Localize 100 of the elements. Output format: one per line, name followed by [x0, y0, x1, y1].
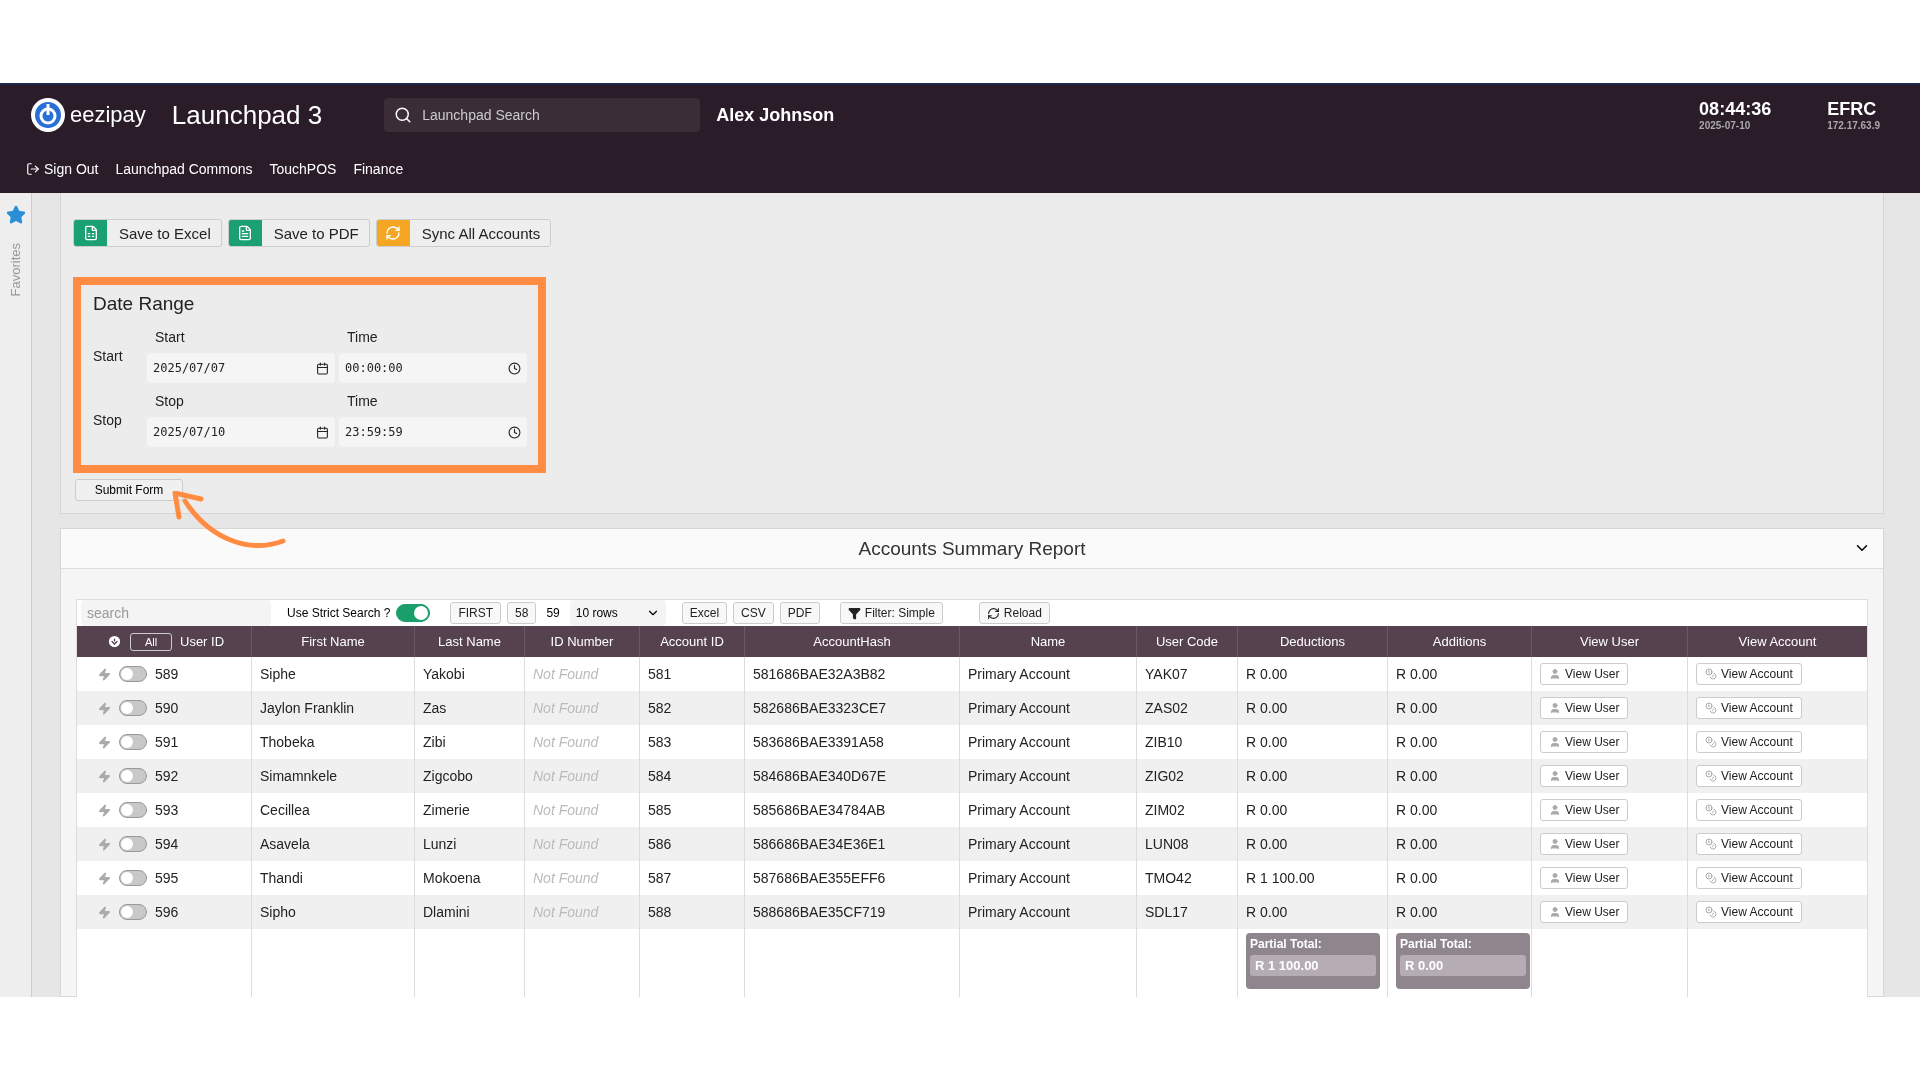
date-field[interactable]: 2025/07/07: [147, 353, 335, 383]
row-toggle[interactable]: [119, 904, 147, 920]
user-icon: [1549, 804, 1561, 816]
view-account-button[interactable]: View Account: [1696, 697, 1802, 719]
row-toggle[interactable]: [119, 802, 147, 818]
view-account-button[interactable]: View Account: [1696, 867, 1802, 889]
toolbar-button[interactable]: Save to PDF: [227, 219, 370, 247]
user-icon: [1549, 906, 1561, 918]
row-toggle[interactable]: [119, 870, 147, 886]
user-icon: [1549, 736, 1561, 748]
lightning-icon: [98, 667, 111, 681]
strict-search-toggle[interactable]: [396, 604, 431, 622]
coins-icon: [1705, 702, 1717, 714]
row-toggle[interactable]: [119, 768, 147, 784]
rows-per-page-select[interactable]: 10 rows: [569, 600, 666, 626]
view-user-button[interactable]: View User: [1540, 731, 1629, 753]
view-account-button[interactable]: View Account: [1696, 663, 1802, 685]
toolbar-button[interactable]: Sync All Accounts: [375, 219, 552, 247]
row-toggle[interactable]: [119, 836, 147, 852]
ip-address: 172.17.63.9: [1827, 120, 1880, 131]
coins-icon: [1705, 770, 1717, 782]
column-header-label: User ID: [180, 634, 225, 649]
row-label: Start: [93, 348, 124, 364]
calendar-icon[interactable]: [316, 361, 329, 375]
lightning-icon: [98, 905, 111, 919]
export-button[interactable]: CSV: [733, 602, 774, 624]
sort-icon[interactable]: [107, 634, 122, 649]
table-cell: Dlamini: [414, 895, 524, 929]
table-cell: Lunzi: [414, 827, 524, 861]
coins-icon: [1705, 838, 1717, 850]
view-account-button[interactable]: View Account: [1696, 833, 1802, 855]
partial-total-value: R 1 100.00: [1250, 955, 1376, 976]
view-user-button[interactable]: View User: [1540, 663, 1629, 685]
view-user-button[interactable]: View User: [1540, 697, 1629, 719]
report-title: Accounts Summary Report: [858, 537, 1086, 560]
nav-link[interactable]: Finance: [353, 161, 404, 177]
export-button[interactable]: Excel: [681, 602, 728, 624]
table-cell: 588686BAE35CF719: [744, 895, 959, 929]
table-cell: R 0.00: [1237, 759, 1387, 793]
logo-text: eezipay: [70, 102, 146, 128]
field-label: Time: [346, 329, 379, 347]
table-cell: R 0.00: [1237, 691, 1387, 725]
view-user-button[interactable]: View User: [1540, 765, 1629, 787]
user-id: 589: [155, 666, 179, 682]
submit-form-button[interactable]: Submit Form: [75, 479, 183, 501]
table-cell: Primary Account: [959, 895, 1136, 929]
row-toggle[interactable]: [119, 700, 147, 716]
table-cell: 584: [639, 759, 744, 793]
table-cell: Sipho: [251, 895, 414, 929]
view-account-button[interactable]: View Account: [1696, 799, 1802, 821]
row-label: Stop: [93, 412, 123, 428]
reload-button[interactable]: Reload: [978, 602, 1050, 624]
view-account-button[interactable]: View Account: [1696, 731, 1802, 753]
user-icon: [1549, 668, 1561, 680]
table-cell: R 0.00: [1237, 827, 1387, 861]
column-header: Additions: [1387, 626, 1531, 657]
export-button[interactable]: PDF: [779, 602, 820, 624]
table-cell: LUN08: [1136, 827, 1237, 861]
partial-total-label: Partial Total:: [1400, 937, 1473, 951]
view-user-button[interactable]: View User: [1540, 901, 1629, 923]
user-icon: [1549, 838, 1561, 850]
row-toggle[interactable]: [119, 734, 147, 750]
user-id: 590: [155, 700, 179, 716]
table-search-field[interactable]: search: [81, 600, 271, 626]
select-all-button[interactable]: All: [130, 632, 172, 651]
first-page-button[interactable]: FIRST: [450, 602, 502, 624]
view-user-button[interactable]: View User: [1540, 867, 1629, 889]
app-title: Launchpad 3: [171, 99, 323, 131]
date-field[interactable]: 2025/07/10: [147, 417, 335, 447]
clock-icon[interactable]: [508, 361, 521, 375]
view-user-button[interactable]: View User: [1540, 833, 1629, 855]
calendar-icon[interactable]: [316, 425, 329, 439]
current-page[interactable]: 59: [542, 606, 564, 620]
field-label: Stop: [154, 393, 185, 411]
sign-out-link[interactable]: Sign Out: [26, 161, 99, 177]
report-header[interactable]: Accounts Summary Report: [61, 529, 1883, 569]
row-toggle[interactable]: [119, 666, 147, 682]
table-cell: 582: [639, 691, 744, 725]
table-cell: SDL17: [1136, 895, 1237, 929]
view-account-button[interactable]: View Account: [1696, 765, 1802, 787]
reload-icon: [986, 606, 1000, 620]
view-user-button[interactable]: View User: [1540, 799, 1629, 821]
column-header: ID Number: [524, 626, 639, 657]
page-button[interactable]: 58: [507, 602, 537, 624]
partial-total-label: Partial Total:: [1250, 937, 1323, 951]
filter-button[interactable]: Filter: Simple: [839, 602, 943, 624]
time-field[interactable]: 23:59:59: [339, 417, 527, 447]
time-field[interactable]: 00:00:00: [339, 353, 527, 383]
power-logo-icon: [30, 97, 66, 133]
view-account-button[interactable]: View Account: [1696, 901, 1802, 923]
clock-icon[interactable]: [508, 425, 521, 439]
column-header: View Account: [1687, 626, 1867, 657]
star-icon[interactable]: [5, 205, 26, 225]
nav-link[interactable]: TouchPOS: [269, 161, 337, 177]
column-header: Name: [959, 626, 1136, 657]
table-cell: 584686BAE340D67E: [744, 759, 959, 793]
lightning-icon: [98, 701, 111, 715]
toolbar-button[interactable]: Save to Excel: [73, 219, 222, 247]
date-range-title: Date Range: [93, 293, 196, 315]
nav-link[interactable]: Launchpad Commons: [115, 161, 253, 177]
